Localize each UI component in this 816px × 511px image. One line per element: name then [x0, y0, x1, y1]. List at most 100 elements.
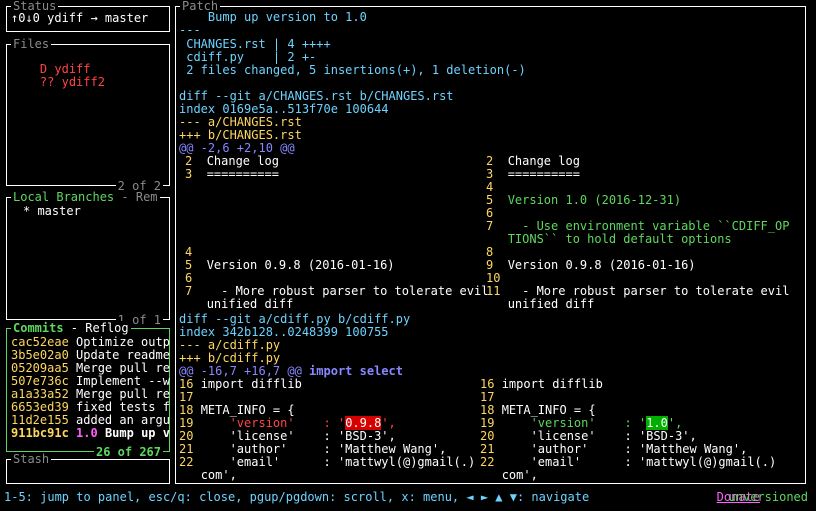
- line-text: 'email' : 'mattwyl(@)gmail(.): [501, 455, 777, 469]
- line-number: 22: [179, 455, 201, 469]
- hunk-context: import select: [301, 364, 403, 378]
- line-number: [179, 468, 201, 481]
- version-label: unversioned: [728, 490, 808, 504]
- file-item-ydiff[interactable]: D ydiff: [11, 50, 91, 76]
- commits-count: 26 of 267: [93, 445, 163, 459]
- hunk-range: @@ -16,7 +16,7 @@: [179, 364, 302, 378]
- line-number: [185, 206, 207, 220]
- commit-sha: cac52eae: [11, 335, 69, 349]
- line-number: [185, 232, 207, 246]
- commit-sha: 11d2e155: [11, 413, 69, 427]
- line-number: 22: [480, 455, 502, 469]
- version-colon: : ': [595, 416, 647, 430]
- line-text: com',: [501, 468, 538, 482]
- commit-sha: 507e736c: [11, 374, 69, 388]
- line-number: 2: [185, 154, 207, 168]
- line-text: Version 0.9.8 (2016-01-16): [507, 258, 696, 272]
- commits-panel-title[interactable]: Commits - Reflog: [11, 321, 131, 335]
- line-number: 21: [179, 442, 201, 456]
- line-number: [185, 219, 207, 233]
- commit-message: Bump up v: [104, 426, 170, 440]
- line-text: ==========: [206, 167, 279, 181]
- tab-commits[interactable]: Commits: [13, 321, 64, 335]
- line-text: TIONS`` to hold default options: [507, 232, 732, 246]
- line-number: 5: [486, 193, 508, 207]
- line-number: 5: [185, 258, 207, 272]
- stash-panel-title: Stash: [11, 452, 52, 466]
- line-text: Change log: [507, 154, 580, 168]
- commit-message: Merge pull re: [76, 387, 170, 401]
- line-text: com',: [200, 468, 237, 482]
- version-change-highlight: 0.9.8: [345, 416, 382, 430]
- version-key: 'version': [501, 416, 596, 430]
- version-key: 'version': [200, 416, 295, 430]
- commit-sha: a1a33a52: [11, 387, 69, 401]
- line-number: [185, 193, 207, 207]
- line-number: 18: [480, 403, 502, 417]
- status-panel[interactable]: Status ↑0↓0 ydiff → master: [6, 0, 170, 32]
- file-item-ydiff2[interactable]: ?? ydiff2: [11, 63, 105, 89]
- line-number: 16: [480, 377, 502, 391]
- line-text: - More robust parser to tolerate evil: [507, 284, 790, 298]
- line-number: 7: [185, 284, 207, 298]
- patch-panel[interactable]: Patch Bump up version to 1.0 --- CHANGES…: [175, 0, 806, 484]
- commit-sha: 6653ed39: [11, 400, 69, 414]
- commit-row-selected[interactable]: 911bc91c 1.0 Bump up v: [11, 427, 170, 440]
- commits-panel[interactable]: Commits - Reflog cac52eae Optimize outp …: [6, 321, 170, 459]
- line-number: 9: [486, 258, 508, 272]
- line-text: import difflib: [200, 377, 302, 391]
- tab-separator: -: [114, 190, 136, 204]
- line-number: 10: [486, 271, 508, 285]
- diff-line: 5 Version 0.9.8 (2016-01-16): [185, 259, 395, 272]
- files-panel[interactable]: Files D ydiff ?? ydiff2 2 of 2: [6, 37, 170, 193]
- branches-panel[interactable]: Local Branches - Rem * master 1 of 1: [6, 190, 170, 327]
- line-number: 3: [486, 167, 508, 181]
- stash-panel[interactable]: Stash: [6, 452, 170, 484]
- commit-message: Implement --w: [76, 374, 170, 388]
- file-status-flag: ??: [39, 75, 55, 89]
- diff-line: com',: [480, 468, 538, 482]
- line-number: 11: [486, 284, 508, 298]
- line-text: META_INFO = {: [501, 403, 596, 417]
- line-text: - More robust parser to tolerate evil: [206, 284, 489, 298]
- line-text: 'author' : 'Matthew Wang',: [501, 442, 748, 456]
- line-number: 6: [185, 271, 207, 285]
- commit-tag: 1.0: [76, 426, 98, 440]
- branches-panel-title[interactable]: Local Branches - Rem: [11, 190, 160, 204]
- line-number: [185, 180, 207, 194]
- line-number: 18: [179, 403, 201, 417]
- line-number: 20: [480, 429, 502, 443]
- tab-reflog[interactable]: Reflog: [85, 321, 128, 335]
- line-number: 19: [480, 416, 502, 430]
- line-text: Change log: [206, 154, 279, 168]
- line-number: 17: [179, 390, 201, 404]
- line-text: 'version' : '1.0',: [501, 416, 682, 430]
- commit-sha: 911bc91c: [11, 426, 69, 440]
- diff-line: unified diff: [486, 297, 595, 311]
- commit-sha: 05209aa5: [11, 361, 69, 375]
- version-end: ',: [381, 416, 396, 430]
- line-number: 8: [486, 245, 508, 259]
- tab-remotes[interactable]: Rem: [136, 190, 158, 204]
- diff-line: 9 Version 0.9.8 (2016-01-16): [486, 259, 696, 272]
- branch-item-master[interactable]: * master: [23, 205, 81, 218]
- line-text: unified diff: [206, 297, 294, 311]
- line-text: 'author' : 'Matthew Wang',: [200, 442, 447, 456]
- tab-separator: -: [63, 321, 86, 335]
- tab-local-branches[interactable]: Local Branches: [13, 190, 114, 204]
- diff-line: com',: [179, 468, 237, 482]
- line-number: [185, 297, 207, 311]
- line-number: 17: [480, 390, 502, 404]
- commit-message: fixed tests f: [76, 400, 170, 414]
- commit-message: added an argu: [76, 413, 170, 427]
- commit-message: Merge pull re: [76, 361, 170, 375]
- line-number: 3: [185, 167, 207, 181]
- patch-content[interactable]: Bump up version to 1.0 --- CHANGES.rst |…: [179, 11, 803, 481]
- line-text: 'email' : 'mattwyl(@)gmail(.): [200, 455, 476, 469]
- commit-sha: 3b5e02a0: [11, 348, 69, 362]
- diff-file1-side-by-side: 2 Change log 3 ========== 4 5 Version 0.9…: [179, 155, 803, 315]
- line-text: - Use environment variable ``CDIFF_OP: [507, 219, 790, 233]
- line-text: unified diff: [507, 297, 595, 311]
- commit-message: Update readme: [76, 348, 170, 362]
- line-number: 19: [179, 416, 201, 430]
